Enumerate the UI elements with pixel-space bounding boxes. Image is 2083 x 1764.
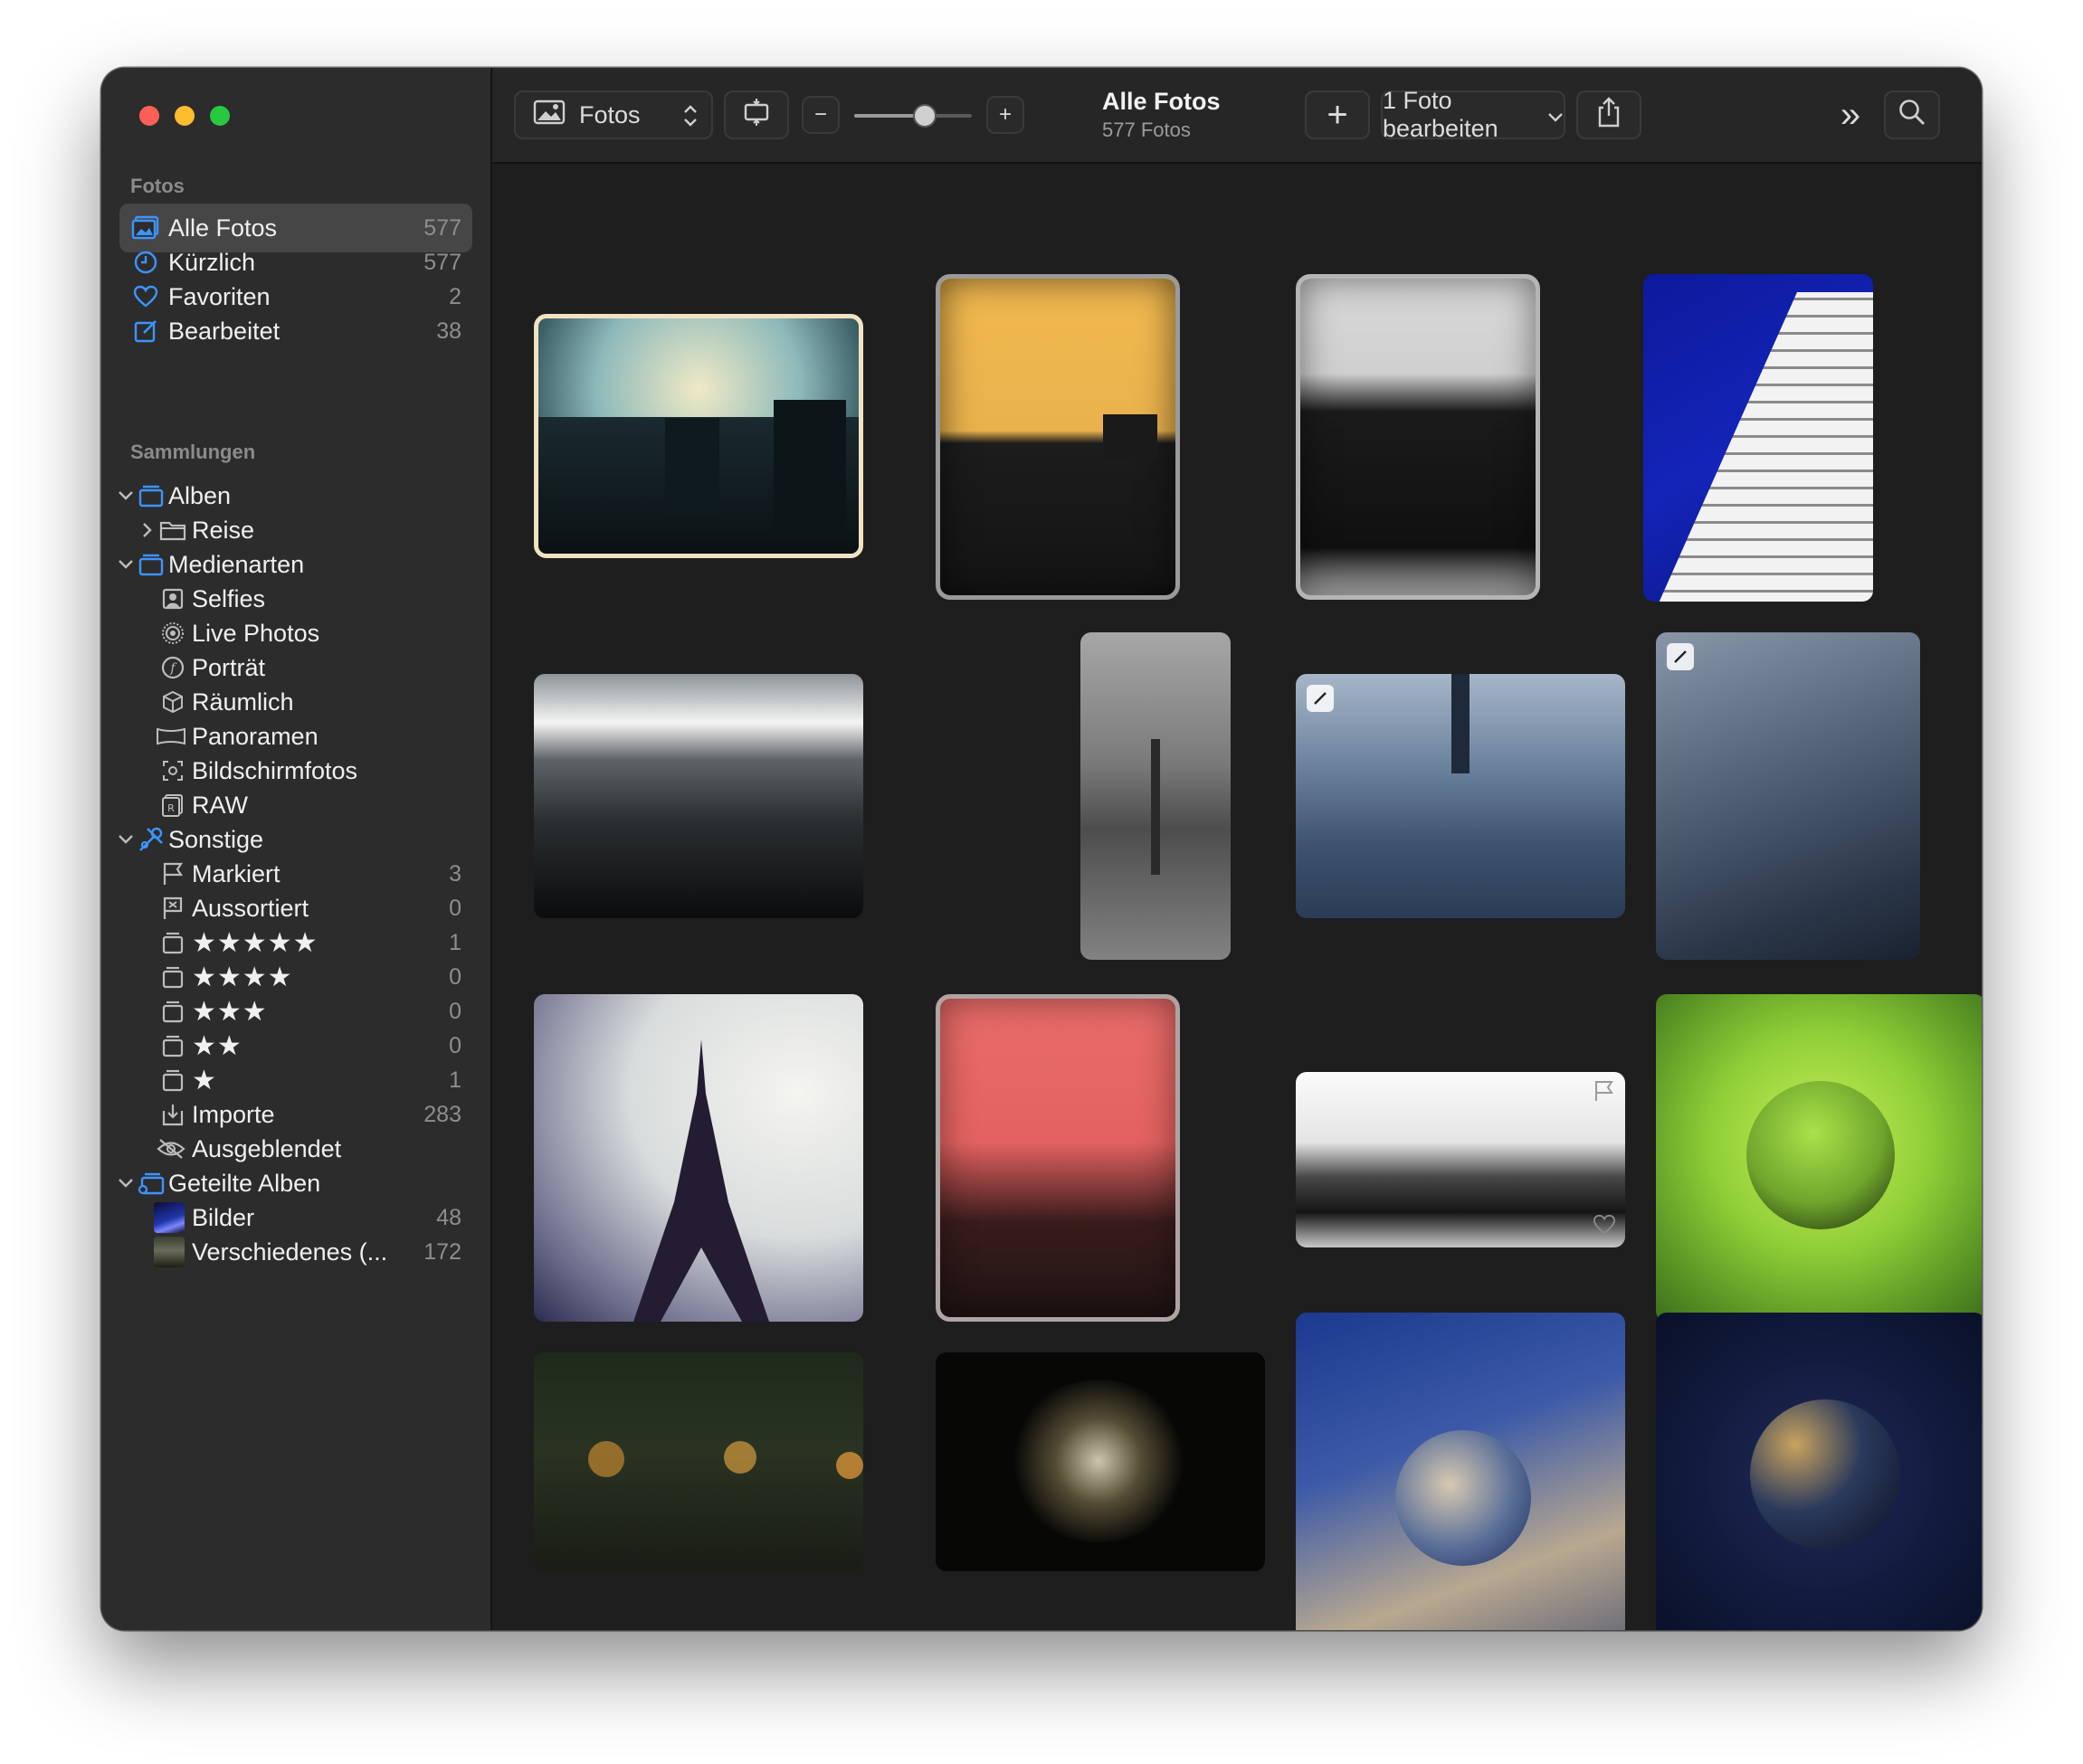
edited-badge [1667,643,1694,670]
section-sammlungen: Sammlungen [130,441,256,463]
photo-thumbnail[interactable] [936,274,1180,600]
photo-thumbnail[interactable] [1296,274,1540,600]
chevron-down-icon[interactable] [116,1173,136,1193]
svg-text:f: f [169,661,177,676]
zoom-slider-knob[interactable] [913,104,937,128]
zoom-button[interactable] [210,106,230,126]
toolbar: Fotos − + Alle Fotos 577 Fotos + 1 Foto … [492,68,1982,164]
zoom-in-button[interactable]: + [986,96,1024,134]
photo-thumbnail[interactable] [1643,274,1873,602]
fit-view-button[interactable] [724,90,789,139]
zoom-slider[interactable] [854,104,972,128]
sidebar-item-label: Bearbeitet [168,317,281,345]
photo-thumbnail[interactable] [936,994,1180,1322]
search-icon [1898,98,1926,133]
minimize-button[interactable] [175,106,195,126]
search-button[interactable] [1884,90,1940,139]
zoom-out-button[interactable]: − [802,96,840,134]
source-label: Fotos [579,100,641,128]
chevron-down-icon[interactable] [116,830,136,849]
close-button[interactable] [139,106,159,126]
sidebar-item-label: Verschiedenes (... [192,1238,388,1266]
edit-icon [130,316,161,346]
photo-thumbnail[interactable] [1296,674,1625,918]
photo-icon [532,99,566,132]
photo-thumbnail[interactable] [1080,632,1231,960]
photo-thumbnail[interactable] [534,314,863,558]
heart-icon[interactable] [1593,1214,1616,1240]
page-subtitle: 577 Fotos [1102,119,1191,141]
sidebar-item-verschiedenes[interactable]: Verschiedenes (... 172 [119,1228,472,1276]
photo-thumbnail[interactable] [1656,632,1920,960]
sidebar: Fotos Alle Fotos 577 Kürzlich 577 Favori… [101,68,492,1630]
more-toolbar-button[interactable]: » [1826,90,1875,139]
photo-thumbnail[interactable] [534,674,863,918]
aspect-fit-icon [741,97,772,134]
chevron-down-icon[interactable] [116,486,136,506]
source-selector[interactable]: Fotos [514,90,713,139]
photos-window: Fotos Alle Fotos 577 Kürzlich 577 Favori… [101,68,1982,1630]
svg-text:R: R [167,802,175,814]
chevron-right-icon[interactable] [138,520,157,540]
photo-grid [492,164,1982,1630]
album-thumbnail [154,1237,185,1267]
edit-photo-button[interactable]: 1 Foto bearbeiten [1381,87,1565,142]
photo-thumbnail[interactable] [534,1352,863,1571]
chevron-down-icon [1547,101,1564,129]
sidebar-item-bearbeitet[interactable]: Bearbeitet 38 [119,307,472,356]
up-down-chevron-icon [682,103,699,135]
flag-icon[interactable] [1593,1079,1616,1107]
photo-thumbnail[interactable] [1656,994,1982,1322]
chevron-down-icon[interactable] [116,555,136,574]
section-fotos: Fotos [130,175,185,197]
photo-thumbnail[interactable] [1296,1313,1625,1630]
share-icon [1595,96,1622,135]
share-button[interactable] [1576,90,1641,139]
item-count: 172 [423,1238,461,1265]
edited-badge [1307,685,1334,712]
photo-thumbnail[interactable] [534,994,863,1322]
add-button[interactable]: + [1305,90,1370,139]
photo-thumbnail[interactable] [1656,1313,1982,1630]
edit-photo-label: 1 Foto bearbeiten [1383,87,1498,142]
item-count: 38 [436,318,461,344]
traffic-lights [139,106,230,126]
page-title: Alle Fotos [1102,88,1221,115]
photo-thumbnail[interactable] [1296,1072,1625,1247]
photo-thumbnail[interactable] [936,1352,1265,1571]
